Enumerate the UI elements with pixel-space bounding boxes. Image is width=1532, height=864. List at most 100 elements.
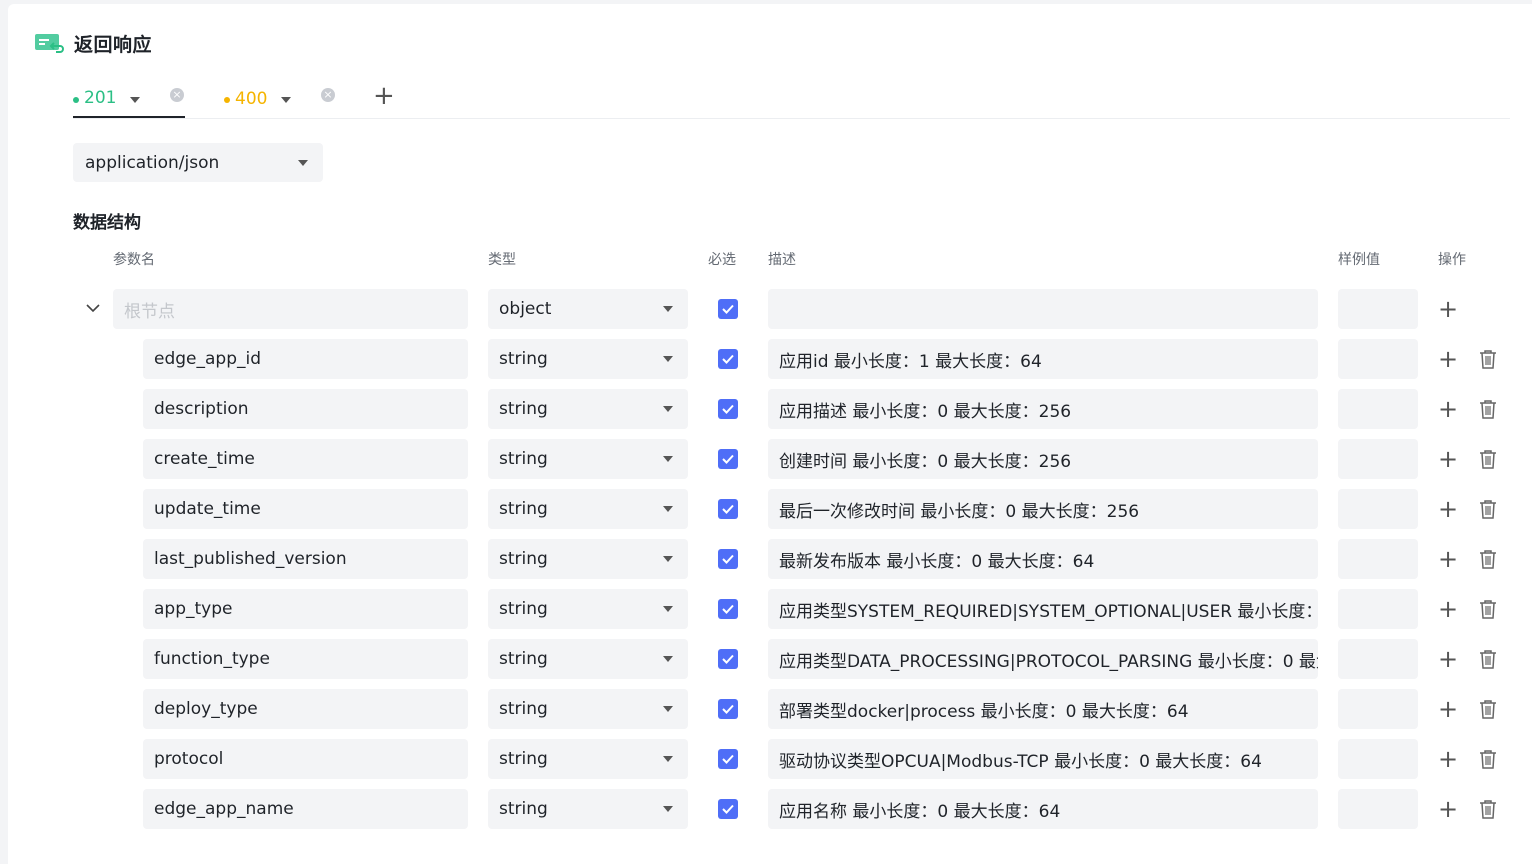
type-select[interactable]: string bbox=[488, 439, 688, 479]
trash-icon[interactable] bbox=[1479, 499, 1497, 519]
required-checkbox[interactable] bbox=[718, 299, 738, 319]
description-input[interactable]: 应用类型DATA_PROCESSING|PROTOCOL_PARSING 最小长… bbox=[768, 639, 1318, 679]
tab-label: 201 bbox=[84, 88, 117, 108]
type-select[interactable]: string bbox=[488, 339, 688, 379]
required-checkbox[interactable] bbox=[718, 549, 738, 569]
example-input[interactable] bbox=[1338, 789, 1418, 829]
description-value: 应用类型SYSTEM_REQUIRED|SYSTEM_OPTIONAL|USER… bbox=[779, 601, 1318, 622]
type-select[interactable]: string bbox=[488, 789, 688, 829]
content-type-select[interactable]: application/json bbox=[73, 143, 323, 182]
field-name-input[interactable]: protocol bbox=[143, 739, 468, 779]
field-name-input[interactable]: create_time bbox=[143, 439, 468, 479]
tab-status-400[interactable]: 400 bbox=[224, 80, 314, 117]
column-header-type: 类型 bbox=[488, 252, 516, 268]
example-input[interactable] bbox=[1338, 289, 1418, 329]
field-name-input[interactable]: edge_app_name bbox=[143, 789, 468, 829]
add-tab-button[interactable]: + bbox=[373, 82, 395, 110]
caret-down-icon[interactable] bbox=[281, 97, 292, 103]
example-input[interactable] bbox=[1338, 639, 1418, 679]
trash-icon[interactable] bbox=[1479, 549, 1497, 569]
schema-field-row: function_type string 应用类型DATA_PROCESSING|P… bbox=[0, 639, 1532, 679]
trash-icon[interactable] bbox=[1479, 599, 1497, 619]
type-select[interactable]: string bbox=[488, 639, 688, 679]
tab-status-201[interactable]: 201 bbox=[73, 80, 185, 118]
description-input[interactable]: 最新发布版本 最小长度：0 最大长度：64 bbox=[768, 539, 1318, 579]
description-input[interactable]: 应用id 最小长度：1 最大长度：64 bbox=[768, 339, 1318, 379]
trash-icon[interactable] bbox=[1479, 449, 1497, 469]
close-icon[interactable]: × bbox=[321, 88, 335, 102]
field-name-input[interactable]: edge_app_id bbox=[143, 339, 468, 379]
example-input[interactable] bbox=[1338, 339, 1418, 379]
add-child-button[interactable]: + bbox=[1438, 547, 1458, 571]
field-name-input[interactable]: function_type bbox=[143, 639, 468, 679]
type-value: string bbox=[499, 499, 548, 519]
caret-down-icon[interactable] bbox=[130, 96, 141, 103]
add-child-button[interactable]: + bbox=[1438, 447, 1458, 471]
type-select[interactable]: string bbox=[488, 589, 688, 629]
schema-field-row: deploy_type string 部署类型docker|process 最小长度… bbox=[0, 689, 1532, 729]
description-input[interactable]: 应用类型SYSTEM_REQUIRED|SYSTEM_OPTIONAL|USER… bbox=[768, 589, 1318, 629]
add-child-button[interactable]: + bbox=[1438, 347, 1458, 371]
add-child-button[interactable]: + bbox=[1438, 397, 1458, 421]
type-select[interactable]: string bbox=[488, 539, 688, 579]
add-child-button[interactable]: + bbox=[1438, 497, 1458, 521]
required-checkbox[interactable] bbox=[718, 499, 738, 519]
description-input[interactable]: 应用描述 最小长度：0 最大长度：256 bbox=[768, 389, 1318, 429]
example-input[interactable] bbox=[1338, 589, 1418, 629]
trash-icon[interactable] bbox=[1479, 649, 1497, 669]
required-checkbox[interactable] bbox=[718, 749, 738, 769]
field-name-input[interactable]: app_type bbox=[143, 589, 468, 629]
required-checkbox[interactable] bbox=[718, 399, 738, 419]
type-value: string bbox=[499, 799, 548, 819]
root-name-input[interactable]: 根节点 bbox=[113, 289, 468, 329]
description-value: 部署类型docker|process 最小长度：0 最大长度：64 bbox=[779, 701, 1189, 722]
required-checkbox[interactable] bbox=[718, 599, 738, 619]
add-child-button[interactable]: + bbox=[1438, 697, 1458, 721]
description-input[interactable]: 创建时间 最小长度：0 最大长度：256 bbox=[768, 439, 1318, 479]
trash-icon[interactable] bbox=[1479, 799, 1497, 819]
example-input[interactable] bbox=[1338, 389, 1418, 429]
required-checkbox[interactable] bbox=[718, 699, 738, 719]
example-input[interactable] bbox=[1338, 539, 1418, 579]
close-icon[interactable]: × bbox=[170, 88, 184, 102]
required-checkbox[interactable] bbox=[718, 349, 738, 369]
trash-icon[interactable] bbox=[1479, 349, 1497, 369]
description-input[interactable]: 驱动协议类型OPCUA|Modbus-TCP 最小长度：0 最大长度：64 bbox=[768, 739, 1318, 779]
chevron-down-icon[interactable] bbox=[86, 301, 100, 315]
example-input[interactable] bbox=[1338, 739, 1418, 779]
field-name-input[interactable]: deploy_type bbox=[143, 689, 468, 729]
add-child-button[interactable]: + bbox=[1438, 647, 1458, 671]
description-input[interactable] bbox=[768, 289, 1318, 329]
trash-icon[interactable] bbox=[1479, 399, 1497, 419]
description-input[interactable]: 最后一次修改时间 最小长度：0 最大长度：256 bbox=[768, 489, 1318, 529]
field-name-input[interactable]: description bbox=[143, 389, 468, 429]
add-child-button[interactable]: + bbox=[1438, 797, 1458, 821]
caret-down-icon bbox=[663, 306, 673, 312]
type-select[interactable]: object bbox=[488, 289, 688, 329]
field-name-input[interactable]: update_time bbox=[143, 489, 468, 529]
add-child-button[interactable]: + bbox=[1438, 297, 1458, 321]
section-title: 返回响应 bbox=[74, 33, 153, 56]
required-checkbox[interactable] bbox=[718, 799, 738, 819]
type-value: string bbox=[499, 749, 548, 769]
required-checkbox[interactable] bbox=[718, 449, 738, 469]
example-input[interactable] bbox=[1338, 489, 1418, 529]
type-select[interactable]: string bbox=[488, 389, 688, 429]
description-input[interactable]: 应用名称 最小长度：0 最大长度：64 bbox=[768, 789, 1318, 829]
add-child-button[interactable]: + bbox=[1438, 747, 1458, 771]
required-checkbox[interactable] bbox=[718, 649, 738, 669]
example-input[interactable] bbox=[1338, 439, 1418, 479]
caret-down-icon bbox=[663, 806, 673, 812]
trash-icon[interactable] bbox=[1479, 749, 1497, 769]
description-input[interactable]: 部署类型docker|process 最小长度：0 最大长度：64 bbox=[768, 689, 1318, 729]
add-child-button[interactable]: + bbox=[1438, 597, 1458, 621]
field-name-input[interactable]: last_published_version bbox=[143, 539, 468, 579]
type-select[interactable]: string bbox=[488, 489, 688, 529]
caret-down-icon bbox=[663, 356, 673, 362]
trash-icon[interactable] bbox=[1479, 699, 1497, 719]
example-input[interactable] bbox=[1338, 689, 1418, 729]
column-header-example: 样例值 bbox=[1338, 252, 1380, 268]
type-select[interactable]: string bbox=[488, 689, 688, 729]
type-select[interactable]: string bbox=[488, 739, 688, 779]
section-header: 返回响应 bbox=[34, 30, 152, 56]
